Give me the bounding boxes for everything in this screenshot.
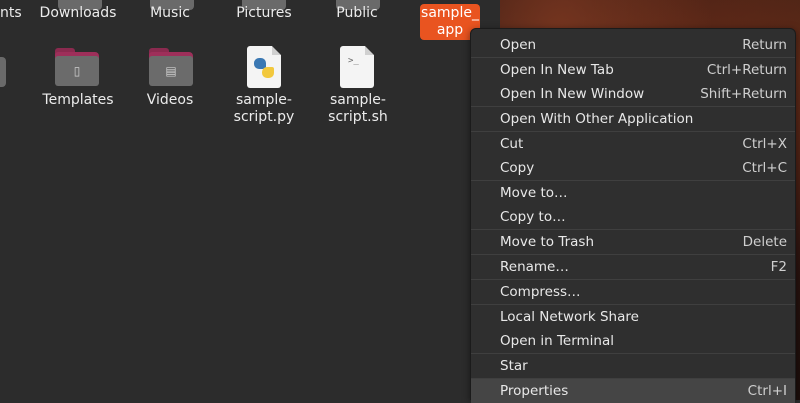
menu-item-open-in-new-window[interactable]: Open In New Window Shift+Return	[471, 82, 795, 106]
menu-item-move-to-trash[interactable]: Move to Trash Delete	[471, 230, 795, 254]
menu-item-label: Open In New Tab	[500, 62, 614, 78]
file-item-templates-label[interactable]: Templates	[36, 92, 120, 109]
menu-item-accelerator: Delete	[742, 234, 787, 250]
template-glyph-icon: ▯	[73, 64, 81, 78]
file-item-videos-label[interactable]: Videos	[140, 92, 200, 109]
menu-item-accelerator: Ctrl+X	[742, 136, 787, 152]
menu-item-label: Cut	[500, 136, 524, 152]
menu-item-open-in-terminal[interactable]: Open in Terminal	[471, 329, 795, 353]
files-view: nts Downloads Music Pictures Public samp…	[0, 0, 500, 400]
menu-item-properties[interactable]: Properties Ctrl+I	[471, 379, 795, 403]
menu-item-label: Local Network Share	[500, 309, 639, 325]
file-item-sample-script-sh-label[interactable]: sample- script.sh	[322, 92, 394, 126]
folder-icon	[0, 57, 6, 87]
file-name-line2: script.sh	[328, 109, 388, 125]
menu-item-local-network-share[interactable]: Local Network Share	[471, 305, 795, 329]
file-name-line2: script.py	[233, 109, 295, 125]
menu-item-accelerator: Ctrl+I	[747, 383, 787, 399]
menu-item-cut[interactable]: Cut Ctrl+X	[471, 132, 795, 156]
menu-item-open-with-other-application[interactable]: Open With Other Application	[471, 107, 795, 131]
menu-item-label: Compress…	[500, 284, 581, 300]
file-name-line1: sample-	[330, 92, 386, 108]
python-file-icon[interactable]	[247, 46, 281, 88]
menu-item-accelerator: Return	[742, 37, 787, 53]
file-item-documents-label[interactable]: nts	[0, 5, 22, 22]
menu-item-label: Open in Terminal	[500, 333, 614, 349]
menu-item-rename[interactable]: Rename… F2	[471, 255, 795, 279]
menu-item-open[interactable]: Open Return	[471, 33, 795, 57]
file-item-public-label[interactable]: Public	[326, 5, 388, 22]
menu-item-compress[interactable]: Compress…	[471, 280, 795, 304]
selected-file-name-line2: app	[436, 22, 464, 38]
film-glyph-icon: ▤	[165, 64, 177, 78]
shell-script-icon[interactable]: >_	[340, 46, 374, 88]
menu-item-label: Move to Trash	[500, 234, 595, 250]
menu-item-star[interactable]: Star	[471, 354, 795, 378]
menu-item-accelerator: Shift+Return	[700, 86, 787, 102]
selected-file-name-line1: sample_	[421, 5, 479, 21]
menu-item-label: Properties	[500, 383, 569, 399]
menu-item-open-in-new-tab[interactable]: Open In New Tab Ctrl+Return	[471, 58, 795, 82]
menu-item-label: Star	[500, 358, 528, 374]
menu-item-label: Copy to…	[500, 209, 566, 225]
menu-item-label: Rename…	[500, 259, 569, 275]
context-menu: Open Return Open In New Tab Ctrl+Return …	[470, 28, 796, 403]
file-name-line1: sample-	[236, 92, 292, 108]
menu-item-label: Move to…	[500, 185, 568, 201]
menu-item-copy-to[interactable]: Copy to…	[471, 205, 795, 229]
videos-folder-icon[interactable]: ▤	[149, 48, 193, 86]
terminal-prompt-icon: >_	[348, 56, 359, 66]
menu-item-label: Open With Other Application	[500, 111, 694, 127]
menu-item-copy[interactable]: Copy Ctrl+C	[471, 156, 795, 180]
menu-item-accelerator: Ctrl+Return	[706, 62, 787, 78]
file-item-downloads-label[interactable]: Downloads	[36, 5, 120, 22]
menu-item-label: Open In New Window	[500, 86, 645, 102]
menu-item-label: Copy	[500, 160, 535, 176]
file-item-pictures-label[interactable]: Pictures	[228, 5, 300, 22]
file-item-sample-script-py-label[interactable]: sample- script.py	[228, 92, 300, 126]
menu-item-move-to[interactable]: Move to…	[471, 181, 795, 205]
file-item-music-label[interactable]: Music	[140, 5, 200, 22]
menu-item-accelerator: F2	[770, 259, 787, 275]
templates-folder-icon[interactable]: ▯	[55, 48, 99, 86]
menu-item-label: Open	[500, 37, 537, 53]
menu-item-accelerator: Ctrl+C	[742, 160, 787, 176]
